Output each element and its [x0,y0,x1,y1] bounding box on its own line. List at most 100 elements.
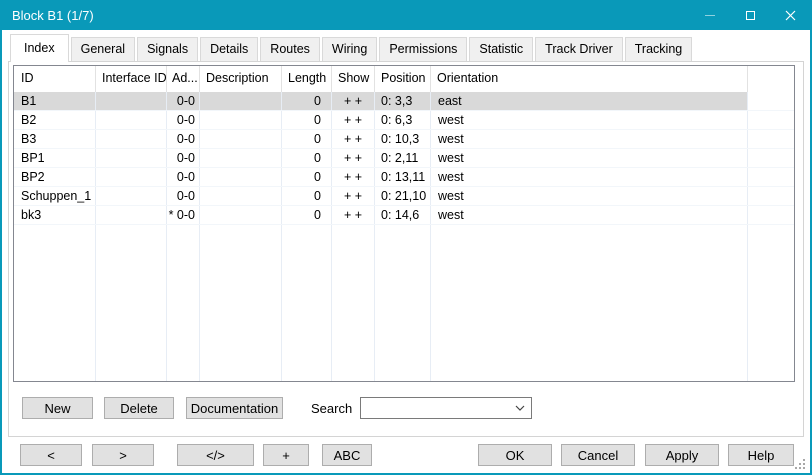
nav-button[interactable]: </> [177,444,254,466]
cell-show: + + [332,149,375,167]
nav-button[interactable]: + [263,444,309,466]
column-header[interactable]: Length [282,66,332,92]
cell-show: + + [332,168,375,186]
cell-length: 0 [282,168,332,186]
cell-show: + + [332,206,375,224]
minimize-icon [705,15,715,16]
column-header[interactable]: Show [332,66,375,92]
cell-id: bk3 [14,206,96,224]
cell-position: 0: 14,6 [375,206,431,224]
window-controls [690,0,810,30]
cell-length: 0 [282,111,332,129]
cell-description [200,206,282,224]
tab[interactable]: Tracking [625,37,692,61]
cell-length: 0 [282,206,332,224]
cell-show: + + [332,111,375,129]
table-header-row: ID Interface ID Ad... Description Length… [14,66,794,92]
tab[interactable]: Track Driver [535,37,623,61]
cell-id: B3 [14,130,96,148]
cell-description [200,130,282,148]
column-header[interactable]: Ad... [167,66,200,92]
cell-filler [748,111,794,129]
tab[interactable]: General [71,37,135,61]
tab[interactable]: Wiring [322,37,377,61]
cell-address: * 0-0 [167,206,200,224]
cell-filler [748,130,794,148]
delete-button[interactable]: Delete [104,397,174,419]
cell-orientation: west [431,130,748,148]
tab-page-index: ID Interface ID Ad... Description Length… [8,61,804,437]
tab[interactable]: Permissions [379,37,467,61]
maximize-button[interactable] [730,0,770,30]
cell-interface-id [96,130,167,148]
cell-position: 0: 21,10 [375,187,431,205]
cell-id: Schuppen_1 [14,187,96,205]
table-empty-area [14,225,794,381]
column-header[interactable]: ID [14,66,96,92]
column-header[interactable]: Position [375,66,431,92]
cell-orientation: west [431,168,748,186]
cell-interface-id [96,206,167,224]
search-input[interactable] [361,399,509,417]
cell-orientation: west [431,111,748,129]
tab[interactable]: Statistic [469,37,533,61]
cell-address: 0-0 [167,130,200,148]
column-header[interactable]: Interface ID [96,66,167,92]
table-row[interactable]: BP2 0-0 0 + + 0: 13,11 west [14,168,794,187]
minimize-button[interactable] [690,0,730,30]
cell-description [200,111,282,129]
table-row[interactable]: BP1 0-0 0 + + 0: 2,11 west [14,149,794,168]
table-row[interactable]: Schuppen_1 0-0 0 + + 0: 21,10 west [14,187,794,206]
tab[interactable]: Routes [260,37,320,61]
dialog-button[interactable]: Cancel [561,444,635,466]
close-button[interactable] [770,0,810,30]
cell-filler [748,206,794,224]
nav-button[interactable]: < [20,444,82,466]
column-header[interactable]: Orientation [431,66,748,92]
cell-address: 0-0 [167,149,200,167]
cell-address: 0-0 [167,111,200,129]
cell-orientation: west [431,149,748,167]
table-body: B1 0-0 0 + + 0: 3,3 east B2 0-0 [14,92,794,225]
table-row[interactable]: B1 0-0 0 + + 0: 3,3 east [14,92,794,111]
dialog-button[interactable]: OK [478,444,552,466]
column-header[interactable]: Description [200,66,282,92]
search-label: Search [311,401,352,416]
tab[interactable]: Signals [137,37,198,61]
title-bar[interactable]: Block B1 (1/7) [2,0,810,30]
cell-show: + + [332,92,375,110]
cell-id: B2 [14,111,96,129]
blocks-table: ID Interface ID Ad... Description Length… [13,65,795,382]
documentation-button[interactable]: Documentation [186,397,283,419]
cell-orientation: west [431,187,748,205]
cell-address: 0-0 [167,92,200,110]
cell-interface-id [96,168,167,186]
cell-position: 0: 3,3 [375,92,431,110]
cell-show: + + [332,187,375,205]
cell-interface-id [96,187,167,205]
nav-button[interactable]: ABC [322,444,372,466]
cell-id: B1 [14,92,96,110]
cell-length: 0 [282,130,332,148]
close-icon [785,10,796,21]
table-row[interactable]: B2 0-0 0 + + 0: 6,3 west [14,111,794,130]
cell-description [200,149,282,167]
resize-grip[interactable] [803,467,805,469]
cell-description [200,92,282,110]
new-button[interactable]: New [22,397,93,419]
cell-interface-id [96,111,167,129]
cell-interface-id [96,92,167,110]
cell-filler [748,187,794,205]
nav-button[interactable]: > [92,444,154,466]
tab[interactable]: Details [200,37,258,61]
tab[interactable]: Index [10,34,69,62]
dialog-button[interactable]: Apply [645,444,719,466]
cell-filler [748,92,794,110]
cell-show: + + [332,130,375,148]
cell-filler [748,149,794,167]
search-dropdown-button[interactable] [509,398,531,418]
dialog-button[interactable]: Help [728,444,794,466]
table-row[interactable]: bk3 * 0-0 0 + + 0: 14,6 west [14,206,794,225]
table-row[interactable]: B3 0-0 0 + + 0: 10,3 west [14,130,794,149]
cell-address: 0-0 [167,187,200,205]
